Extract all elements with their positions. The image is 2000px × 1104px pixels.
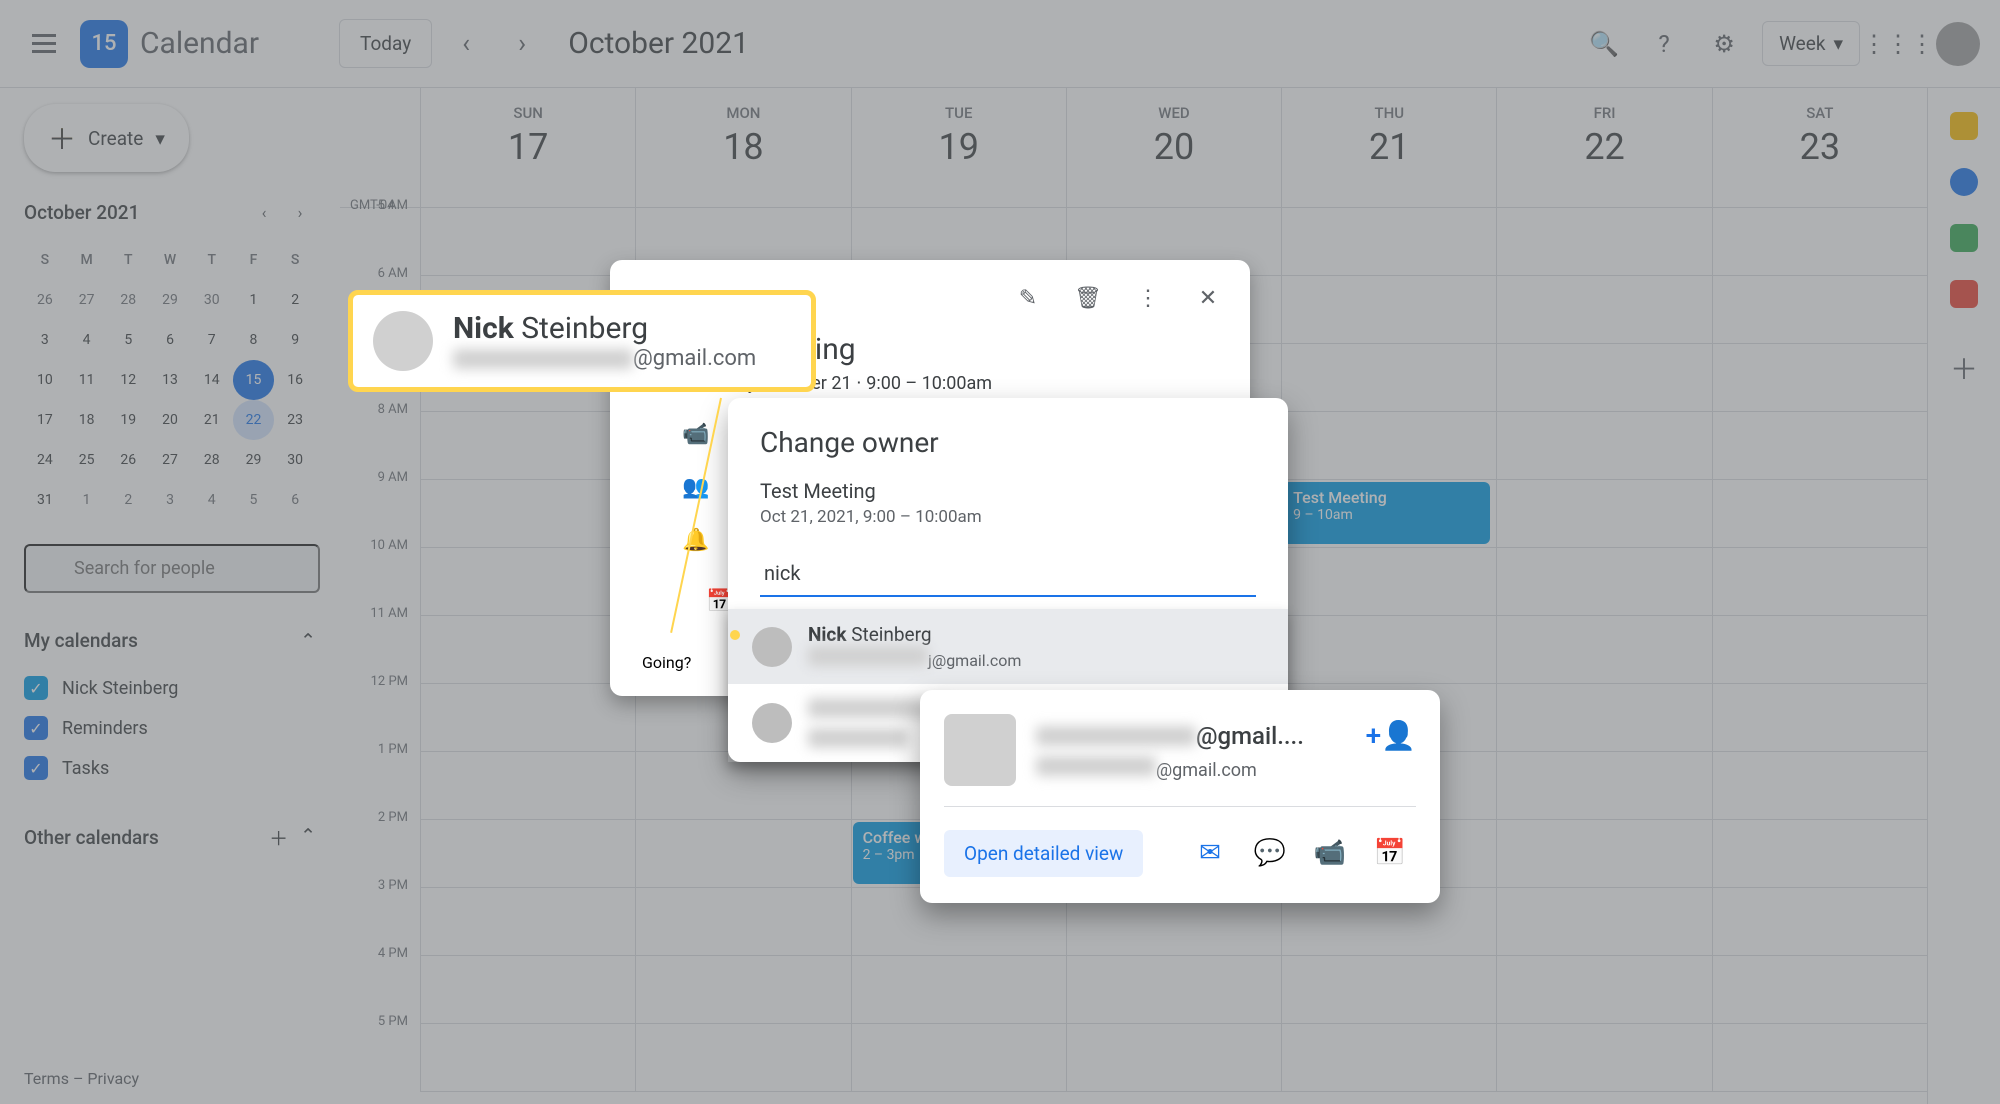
bell-icon: 🔔 xyxy=(682,528,710,553)
people-icon: 👥 xyxy=(682,475,710,500)
callout-dot xyxy=(730,630,740,640)
dialog-event-name: Test Meeting xyxy=(728,479,1288,503)
suggestion-avatar xyxy=(752,627,792,667)
event-options-icon[interactable]: ⋮ xyxy=(1122,272,1174,324)
chat-icon[interactable]: 💬 xyxy=(1244,827,1296,879)
callout-email: @gmail.com xyxy=(453,346,756,371)
edit-event-icon[interactable]: ✎ xyxy=(1002,272,1054,324)
suggestion-avatar xyxy=(752,703,792,743)
close-icon[interactable]: ✕ xyxy=(1182,272,1234,324)
suggestion-name: Nick Steinberg xyxy=(808,623,1264,646)
add-contact-icon[interactable]: +👤 xyxy=(1366,719,1416,752)
delete-event-icon[interactable]: 🗑 xyxy=(1062,272,1114,324)
suggestion-email: j@gmail.com xyxy=(808,646,1264,670)
going-label: Going? xyxy=(642,653,691,672)
video-icon: 📹 xyxy=(682,422,710,447)
contact-sub-email: @gmail.com xyxy=(1036,756,1416,781)
email-icon[interactable]: ✉ xyxy=(1184,827,1236,879)
video-call-icon[interactable]: 📹 xyxy=(1304,827,1356,879)
dialog-title: Change owner xyxy=(728,426,1288,459)
owner-suggestion[interactable]: Nick Steinberg j@gmail.com xyxy=(728,609,1288,684)
dialog-event-date: Oct 21, 2021, 9:00 – 10:00am xyxy=(728,507,1288,527)
callout-name: Nick Steinberg xyxy=(453,311,756,346)
contact-main-email: @gmail.... xyxy=(1196,722,1304,750)
highlight-callout: Nick Steinberg @gmail.com xyxy=(348,290,816,392)
schedule-icon[interactable]: 📅 xyxy=(1364,827,1416,879)
contact-hover-card: @gmail.... +👤 @gmail.com Open detailed v… xyxy=(920,690,1440,903)
suggestion-sub xyxy=(808,728,908,748)
callout-avatar xyxy=(373,311,433,371)
open-detailed-view-button[interactable]: Open detailed view xyxy=(944,830,1143,877)
contact-avatar xyxy=(944,714,1016,786)
new-owner-input[interactable] xyxy=(760,551,1256,597)
